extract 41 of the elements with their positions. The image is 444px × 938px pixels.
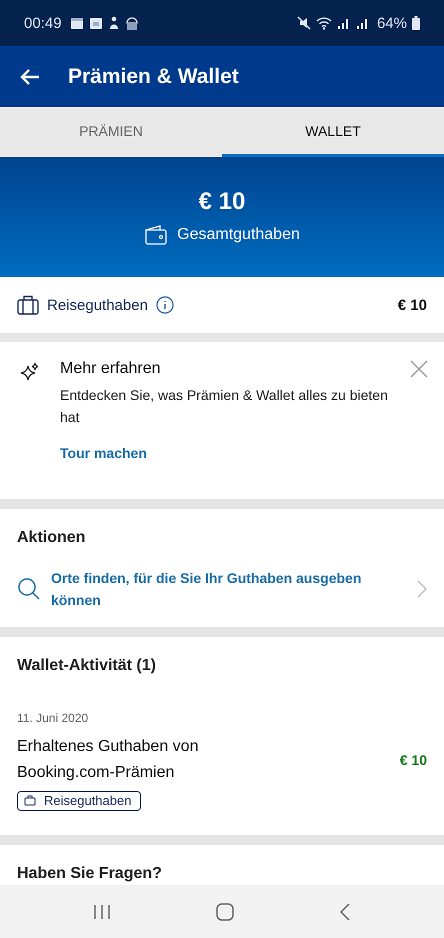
wifi-icon [316,16,332,30]
search-icon [17,577,41,601]
info-icon[interactable] [156,296,174,314]
back-icon[interactable] [339,902,352,920]
entry-amount: € 10 [400,752,427,768]
battery-icon [412,16,420,30]
calendar-icon [70,16,84,30]
section-heading: Haben Sie Fragen? [17,865,163,883]
travel-credit-label: Reiseguthaben [47,296,148,314]
home-icon[interactable] [216,902,234,920]
balance-label: Gesamtguthaben [177,226,300,244]
section-heading: Wallet-Aktivität (1) [17,657,157,675]
close-button[interactable] [410,360,428,378]
chevron-right-icon [417,580,427,598]
battery-percent: 64% [376,14,407,32]
section-heading: Aktionen [17,529,86,547]
recent-apps-icon[interactable] [92,904,111,920]
signal-icon [356,16,370,30]
suitcase-icon [24,795,36,806]
sparkle-icon [20,362,40,382]
calendar-icon [88,16,103,30]
entry-description: Erhaltenes Guthaben von Booking.com-Prämien [17,737,200,783]
mute-icon [296,16,311,30]
entry-date: 11. Juni 2020 [17,711,90,725]
wallet-icon [144,224,168,246]
status-time: 00:49 [24,14,62,32]
card-text: Entdecken Sie, was Prämien & Wallet alles zu bieten hat [60,386,389,427]
back-button[interactable] [20,68,40,86]
back-arrow-icon [20,68,40,86]
tour-link[interactable]: Tour machen [60,445,147,461]
action-item[interactable]: Orte finden, für die Sie Ihr Guthaben ausgeben können [17,567,427,611]
card-title: Mehr erfahren [60,360,162,378]
suitcase-icon [17,295,39,315]
figure-icon [108,16,120,30]
signal-icon [336,16,351,30]
tag-label: Reiseguthaben [44,793,132,808]
screen-title: Prämien & Wallet [68,64,239,88]
total-balance: € 10 [198,188,246,216]
travel-credit-amount: € 10 [398,296,427,314]
close-icon [410,360,428,378]
tab[interactable]: PRÄMIEN [0,107,222,157]
